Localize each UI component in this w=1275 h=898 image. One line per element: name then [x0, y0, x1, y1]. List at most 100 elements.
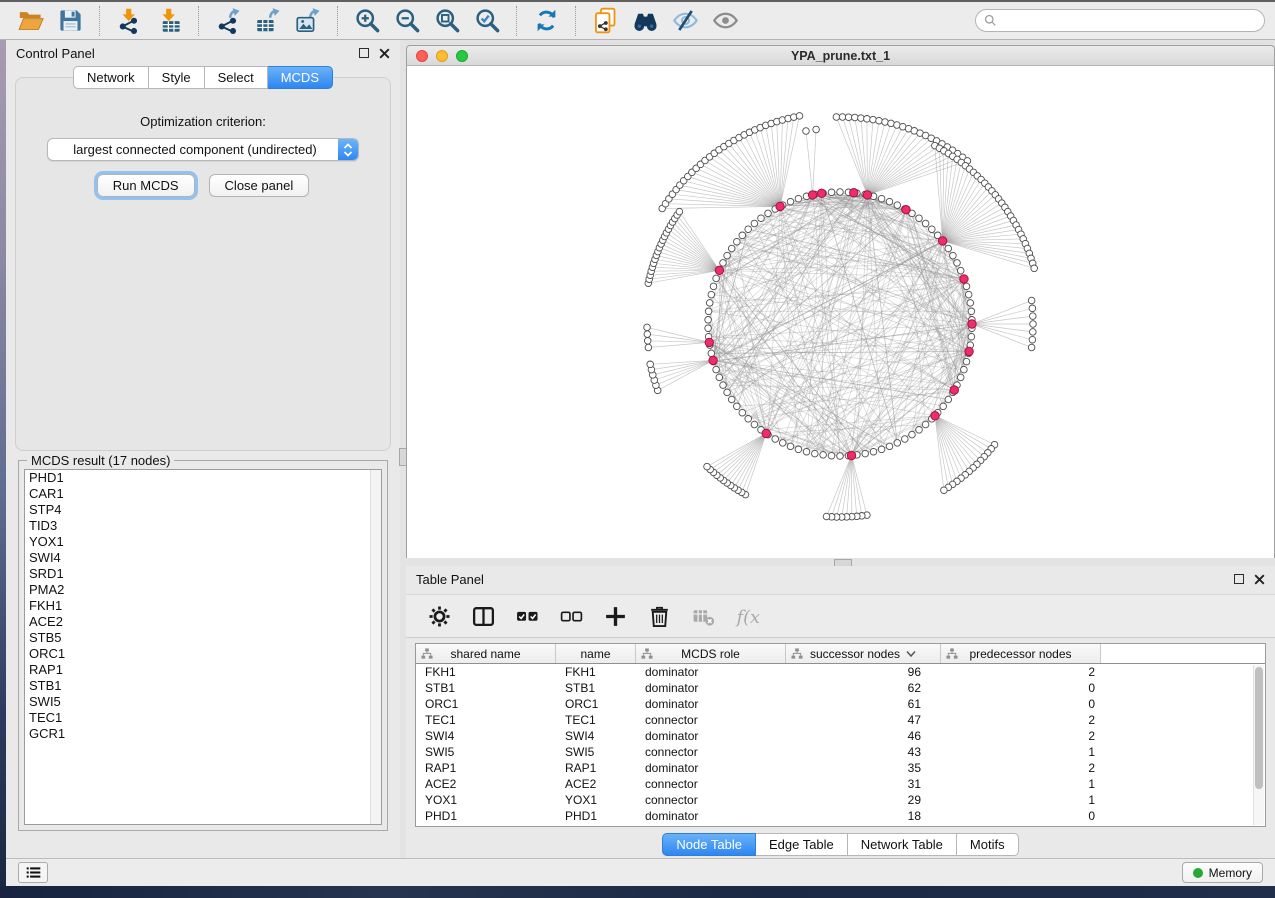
- mcds-result-item[interactable]: ACE2: [25, 614, 381, 630]
- mcds-result-item[interactable]: SWI4: [25, 550, 381, 566]
- run-mcds-button[interactable]: Run MCDS: [97, 174, 195, 197]
- zoom-out-button[interactable]: [387, 4, 427, 38]
- column-header-name[interactable]: name: [556, 644, 636, 663]
- mcds-result-item[interactable]: TID3: [25, 518, 381, 534]
- table-body: FKH1FKH1dominator962STB1STB1dominator620…: [416, 664, 1265, 824]
- close-panel-icon[interactable]: [379, 48, 390, 59]
- mcds-result-item[interactable]: SWI5: [25, 694, 381, 710]
- import-network-icon: [116, 7, 143, 34]
- column-label: successor nodes: [810, 647, 900, 661]
- table-row[interactable]: SWI4SWI4dominator462: [416, 728, 1265, 744]
- float-table-panel-icon[interactable]: [1234, 574, 1244, 584]
- table-row[interactable]: ACE2ACE2connector311: [416, 776, 1265, 792]
- mcds-result-item[interactable]: PHD1: [25, 470, 381, 486]
- optimization-criterion-select[interactable]: largest connected component (undirected): [47, 138, 359, 161]
- column-header-predecessor-nodes[interactable]: predecessor nodes: [941, 644, 1101, 663]
- import-table-button[interactable]: [149, 4, 189, 38]
- table-scrollbar[interactable]: [1253, 665, 1264, 825]
- float-panel-icon[interactable]: [359, 48, 369, 58]
- mcds-result-item[interactable]: PMA2: [25, 582, 381, 598]
- mcds-result-item[interactable]: CAR1: [25, 486, 381, 502]
- table-cell: dominator: [636, 680, 786, 696]
- tab-motifs[interactable]: Motifs: [957, 833, 1019, 856]
- hide-selected-button[interactable]: [665, 4, 705, 38]
- network-window: YPA_prune.txt_1: [406, 45, 1275, 558]
- table-row[interactable]: PHD1PHD1dominator180: [416, 808, 1265, 824]
- open-session-button[interactable]: [10, 4, 50, 38]
- tab-edge-table[interactable]: Edge Table: [756, 833, 848, 856]
- table-cell: PHD1: [556, 808, 636, 824]
- table-row[interactable]: FKH1FKH1dominator962: [416, 664, 1265, 680]
- mcds-result-list[interactable]: PHD1CAR1STP4TID3YOX1SWI4SRD1PMA2FKH1ACE2…: [24, 469, 382, 825]
- mcds-result-item[interactable]: SRD1: [25, 566, 381, 582]
- mcds-list-scrollbar[interactable]: [370, 470, 381, 824]
- table-scrollbar-thumb[interactable]: [1255, 667, 1263, 789]
- table-options-gear-button[interactable]: [424, 601, 454, 631]
- clone-network-button[interactable]: [585, 4, 625, 38]
- table-row[interactable]: STB1STB1dominator620: [416, 680, 1265, 696]
- table-cell: dominator: [636, 696, 786, 712]
- toolbar-separator: [198, 6, 199, 36]
- function-builder-icon: f(x): [735, 604, 760, 629]
- tab-style[interactable]: Style: [149, 66, 205, 89]
- tab-node-table[interactable]: Node Table: [662, 833, 756, 856]
- show-columns-button[interactable]: [468, 601, 498, 631]
- mcds-result-item[interactable]: FKH1: [25, 598, 381, 614]
- tab-network-table[interactable]: Network Table: [848, 833, 957, 856]
- column-header-shared-name[interactable]: shared name: [416, 644, 556, 663]
- table-cell: SWI4: [416, 728, 556, 744]
- table-cell: 96: [786, 664, 941, 680]
- table-row[interactable]: YOX1YOX1connector291: [416, 792, 1265, 808]
- table-cell: 61: [786, 696, 941, 712]
- add-column-button[interactable]: [600, 601, 630, 631]
- search-box[interactable]: [975, 9, 1265, 32]
- mcds-result-item[interactable]: STP4: [25, 502, 381, 518]
- selected-criterion-value: largest connected component (undirected): [48, 142, 338, 157]
- export-table-button[interactable]: [248, 4, 288, 38]
- mcds-result-item[interactable]: RAP1: [25, 662, 381, 678]
- mcds-result-item[interactable]: GCR1: [25, 726, 381, 742]
- table-cell: SWI5: [556, 744, 636, 760]
- export-image-button[interactable]: [288, 4, 328, 38]
- select-first-neighbors-button[interactable]: [625, 4, 665, 38]
- zoom-selected-button[interactable]: [467, 4, 507, 38]
- memory-button[interactable]: Memory: [1182, 862, 1263, 883]
- column-header-successor-nodes[interactable]: successor nodes: [786, 644, 941, 663]
- tab-network[interactable]: Network: [73, 66, 149, 89]
- column-header-MCDS-role[interactable]: MCDS role: [636, 644, 786, 663]
- refresh-view-icon: [533, 7, 560, 34]
- close-table-panel-icon[interactable]: [1254, 574, 1265, 585]
- tab-mcds[interactable]: MCDS: [268, 66, 333, 89]
- mcds-result-item[interactable]: ORC1: [25, 646, 381, 662]
- sort-desc-icon: [906, 650, 916, 658]
- tab-select[interactable]: Select: [205, 66, 268, 89]
- export-network-button[interactable]: [208, 4, 248, 38]
- network-canvas[interactable]: [406, 66, 1275, 558]
- zoom-in-button[interactable]: [347, 4, 387, 38]
- table-row[interactable]: ORC1ORC1dominator610: [416, 696, 1265, 712]
- table-row[interactable]: RAP1RAP1dominator352: [416, 760, 1265, 776]
- close-panel-button[interactable]: Close panel: [209, 174, 310, 197]
- table-row[interactable]: SWI5SWI5connector431: [416, 744, 1265, 760]
- mcds-result-item[interactable]: YOX1: [25, 534, 381, 550]
- horizontal-splitter[interactable]: [406, 558, 1275, 566]
- toolbar-buttons: [10, 2, 745, 39]
- mcds-result-item[interactable]: STB1: [25, 678, 381, 694]
- import-network-button[interactable]: [109, 4, 149, 38]
- refresh-view-button[interactable]: [526, 4, 566, 38]
- save-session-button[interactable]: [50, 4, 90, 38]
- network-nodes[interactable]: [644, 113, 1038, 521]
- mcds-result-item[interactable]: STB5: [25, 630, 381, 646]
- delete-columns-button[interactable]: [644, 601, 674, 631]
- table-cell: connector: [636, 792, 786, 808]
- mcds-result-item[interactable]: TEC1: [25, 710, 381, 726]
- zoom-fit-content-button[interactable]: [427, 4, 467, 38]
- table-row[interactable]: TEC1TEC1connector472: [416, 712, 1265, 728]
- task-history-button[interactable]: [18, 862, 48, 883]
- memory-label: Memory: [1209, 866, 1252, 880]
- search-input[interactable]: [1002, 12, 1256, 30]
- select-all-rows-button[interactable]: [512, 601, 542, 631]
- table-cell: 46: [786, 728, 941, 744]
- deselect-all-rows-button[interactable]: [556, 601, 586, 631]
- show-all-button[interactable]: [705, 4, 745, 38]
